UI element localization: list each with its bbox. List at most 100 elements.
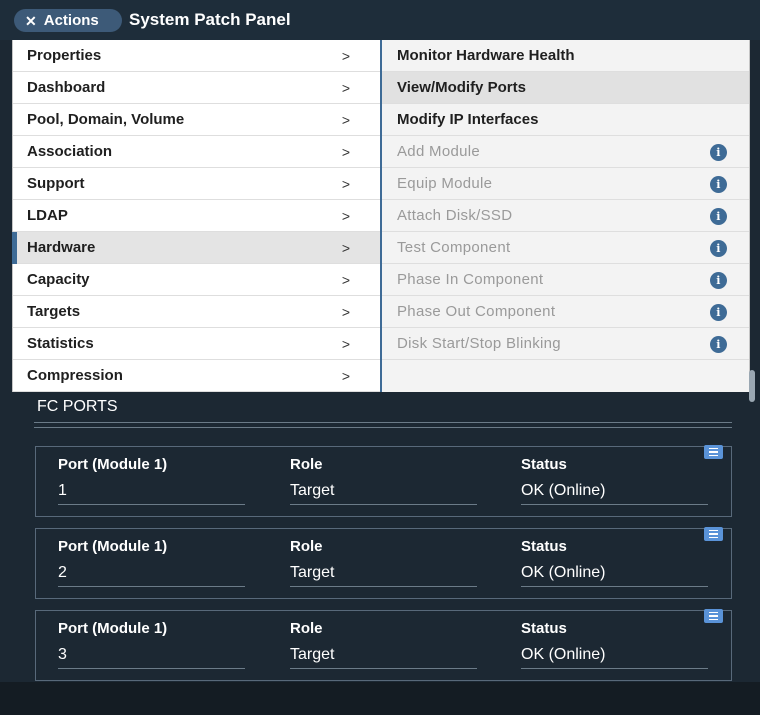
chevron-right-icon: > xyxy=(341,144,350,160)
info-icon[interactable]: i xyxy=(710,240,727,257)
field-header: Role xyxy=(290,620,323,637)
info-icon[interactable]: i xyxy=(710,336,727,353)
field-header: Role xyxy=(290,538,323,555)
field-value: 3 xyxy=(58,646,245,669)
port-field-port: Port (Module 1) 2 xyxy=(58,538,245,587)
submenu-item-phase-out-component: Phase Out Component i xyxy=(382,296,749,328)
field-value: 1 xyxy=(58,482,245,505)
port-field-port: Port (Module 1) 1 xyxy=(58,456,245,505)
menu-item-label: Properties xyxy=(27,47,102,64)
submenu-item-label: Attach Disk/SSD xyxy=(397,207,513,224)
field-value: Target xyxy=(290,482,477,505)
section-divider xyxy=(34,422,732,428)
field-header: Status xyxy=(521,620,567,637)
port-field-status: Status OK (Online) xyxy=(521,538,708,587)
port-field-status: Status OK (Online) xyxy=(521,456,708,505)
info-icon[interactable]: i xyxy=(710,176,727,193)
menu-item-dashboard[interactable]: Dashboard > xyxy=(13,72,380,104)
field-header: Port (Module 1) xyxy=(58,456,168,473)
chevron-right-icon: > xyxy=(341,240,350,256)
port-field-role: Role Target xyxy=(290,456,477,505)
submenu-item-phase-in-component: Phase In Component i xyxy=(382,264,749,296)
actions-label: Actions xyxy=(43,12,99,29)
field-header: Status xyxy=(521,456,567,473)
menu-item-label: Support xyxy=(27,175,85,192)
submenu-item-modify-ip-interfaces[interactable]: Modify IP Interfaces xyxy=(382,104,749,136)
actions-button[interactable]: ✕ Actions xyxy=(14,9,122,32)
submenu-item-label: View/Modify Ports xyxy=(397,79,526,96)
info-icon[interactable]: i xyxy=(710,144,727,161)
port-field-status: Status OK (Online) xyxy=(521,620,708,669)
submenu-item-label: Phase In Component xyxy=(397,271,544,288)
row-menu-icon[interactable] xyxy=(704,609,723,623)
close-icon[interactable]: ✕ xyxy=(25,14,37,28)
top-bar: ✕ Actions System Patch Panel xyxy=(0,0,760,40)
field-value: OK (Online) xyxy=(521,482,708,505)
menu-item-support[interactable]: Support > xyxy=(13,168,380,200)
menu-item-pool-domain-volume[interactable]: Pool, Domain, Volume > xyxy=(13,104,380,136)
info-icon[interactable]: i xyxy=(710,272,727,289)
submenu-item-add-module: Add Module i xyxy=(382,136,749,168)
section-title: FC PORTS xyxy=(37,398,118,415)
chevron-right-icon: > xyxy=(341,80,350,96)
field-value: Target xyxy=(290,564,477,587)
row-menu-icon[interactable] xyxy=(704,445,723,459)
menu-item-label: Statistics xyxy=(27,335,94,352)
menu-item-label: Targets xyxy=(27,303,81,320)
field-value: OK (Online) xyxy=(521,564,708,587)
menu-item-capacity[interactable]: Capacity > xyxy=(13,264,380,296)
chevron-right-icon: > xyxy=(341,176,350,192)
port-field-role: Role Target xyxy=(290,538,477,587)
menu-item-compression[interactable]: Compression > xyxy=(13,360,380,392)
port-card: Port (Module 1) 3 Role Target Status OK (Onli… xyxy=(35,609,732,681)
submenu-item-label: Add Module xyxy=(397,143,481,160)
field-value: Target xyxy=(290,646,477,669)
menu-item-label: Dashboard xyxy=(27,79,106,96)
menu-item-label: Hardware xyxy=(27,239,96,256)
port-field-port: Port (Module 1) 3 xyxy=(58,620,245,669)
panel-title: System Patch Panel xyxy=(129,10,291,29)
hardware-submenu: Monitor Hardware Health View/Modify Ports… xyxy=(380,40,750,392)
chevron-right-icon: > xyxy=(341,272,350,288)
info-icon[interactable]: i xyxy=(710,304,727,321)
menu-item-hardware[interactable]: Hardware > xyxy=(12,232,380,264)
submenu-item-test-component: Test Component i xyxy=(382,232,749,264)
submenu-item-label: Phase Out Component xyxy=(397,303,556,320)
bottom-bar xyxy=(0,682,760,715)
port-field-role: Role Target xyxy=(290,620,477,669)
scrollbar-thumb[interactable] xyxy=(749,370,755,402)
port-card: Port (Module 1) 1 Role Target Status OK (Onli… xyxy=(35,445,732,517)
field-header: Status xyxy=(521,538,567,555)
field-header: Port (Module 1) xyxy=(58,620,168,637)
menu-item-association[interactable]: Association > xyxy=(13,136,380,168)
submenu-item-label: Disk Start/Stop Blinking xyxy=(397,335,561,352)
row-menu-icon[interactable] xyxy=(704,527,723,541)
menu-item-label: Pool, Domain, Volume xyxy=(27,111,185,128)
chevron-right-icon: > xyxy=(341,304,350,320)
submenu-item-label: Monitor Hardware Health xyxy=(397,47,575,64)
submenu-item-equip-module: Equip Module i xyxy=(382,168,749,200)
submenu-item-view-modify-ports[interactable]: View/Modify Ports xyxy=(382,72,749,104)
submenu-item-monitor-hardware-health[interactable]: Monitor Hardware Health xyxy=(382,40,749,72)
menu-item-label: Capacity xyxy=(27,271,90,288)
chevron-right-icon: > xyxy=(341,48,350,64)
chevron-right-icon: > xyxy=(341,368,350,384)
menu-item-label: Association xyxy=(27,143,113,160)
actions-menu: Properties > Dashboard > Pool, Domain, Volum… xyxy=(12,40,380,392)
submenu-item-label: Equip Module xyxy=(397,175,493,192)
menu-item-statistics[interactable]: Statistics > xyxy=(13,328,380,360)
menu-item-ldap[interactable]: LDAP > xyxy=(13,200,380,232)
menu-item-targets[interactable]: Targets > xyxy=(13,296,380,328)
field-header: Role xyxy=(290,456,323,473)
menu-item-label: Compression xyxy=(27,367,123,384)
submenu-item-attach-disk-ssd: Attach Disk/SSD i xyxy=(382,200,749,232)
field-value: OK (Online) xyxy=(521,646,708,669)
menu-item-properties[interactable]: Properties > xyxy=(13,40,380,72)
field-header: Port (Module 1) xyxy=(58,538,168,555)
field-value: 2 xyxy=(58,564,245,587)
chevron-right-icon: > xyxy=(341,208,350,224)
port-card: Port (Module 1) 2 Role Target Status OK (Onli… xyxy=(35,527,732,599)
chevron-right-icon: > xyxy=(341,112,350,128)
info-icon[interactable]: i xyxy=(710,208,727,225)
chevron-right-icon: > xyxy=(341,336,350,352)
